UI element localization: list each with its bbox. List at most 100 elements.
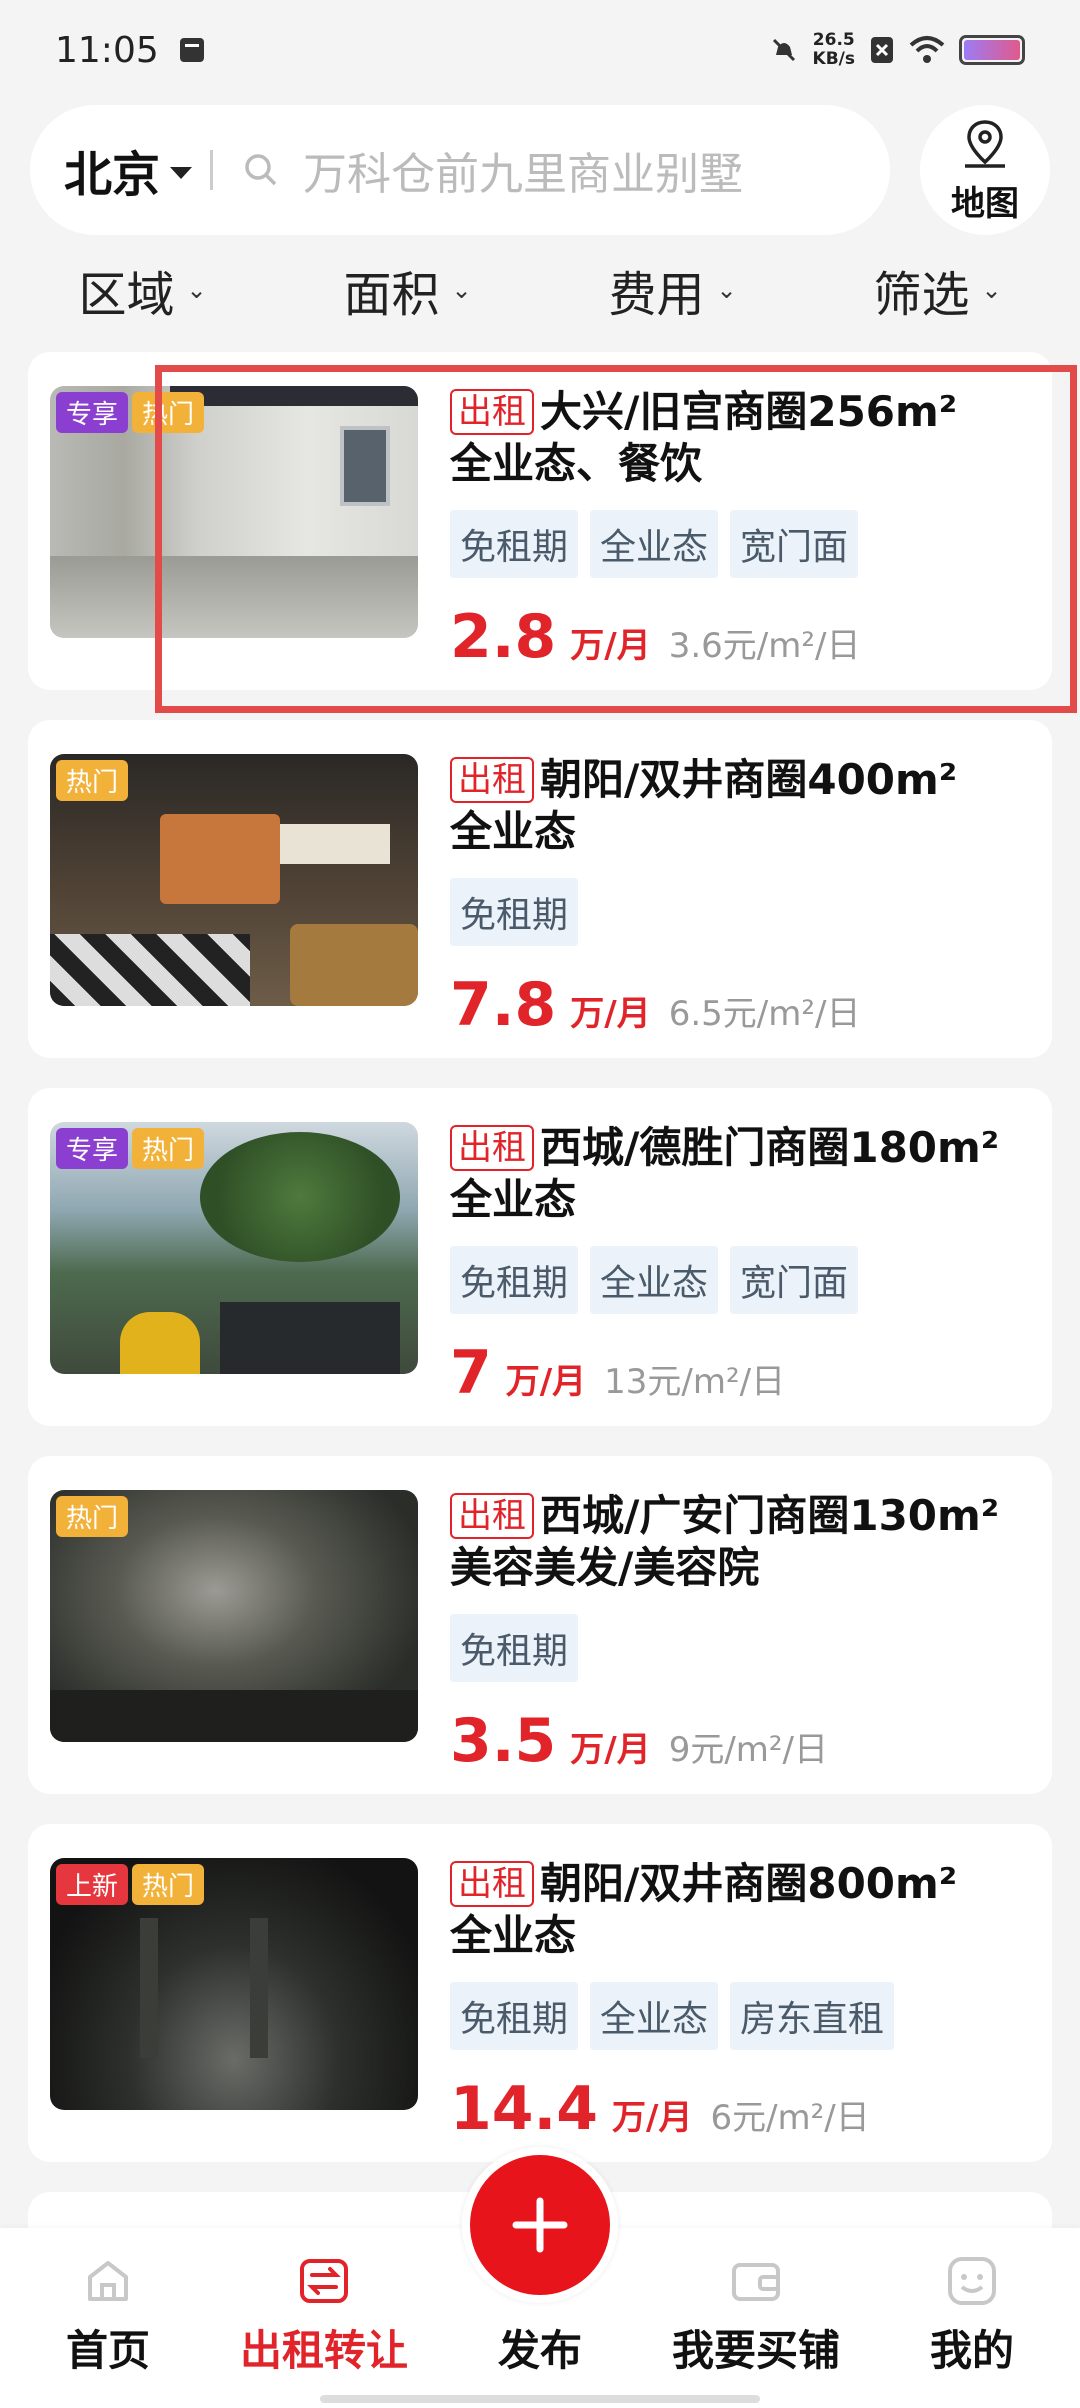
hot-badge: 热门	[132, 392, 205, 433]
map-button[interactable]: 地图	[920, 105, 1050, 235]
listing-list: 专享 热门 出租 大兴/旧宫商圈256m² 全业态、餐饮 免租期 全业态 宽门面 …	[28, 352, 1052, 2342]
listing-subtitle: 全业态	[450, 1911, 577, 1960]
listing-photo: 热门	[50, 1490, 418, 1742]
divider	[210, 150, 214, 190]
hot-badge: 热门	[132, 1864, 205, 1905]
map-pin-icon	[965, 119, 1005, 168]
publish-button[interactable]	[462, 2147, 618, 2303]
filter-area[interactable]: 区域 ⌄	[78, 255, 206, 325]
price-row: 7.8 万/月 6.5元/m²/日	[450, 970, 1030, 1040]
price: 2.8	[450, 602, 557, 672]
hot-badge: 热门	[56, 1496, 129, 1537]
tab-label: 首页	[65, 2326, 150, 2375]
feature-tag: 全业态	[590, 510, 719, 578]
exclusive-badge: 专享	[56, 1128, 129, 1169]
listing-photo: 热门	[50, 754, 418, 1006]
sim-icon	[871, 37, 893, 63]
listing-info: 出租 朝阳/双井商圈800m² 全业态 免租期 全业态 房东直租 14.4 万/月…	[450, 1858, 1030, 2144]
home-icon	[88, 2261, 128, 2301]
map-label: 地图	[951, 183, 1019, 224]
tab-rent-transfer[interactable]: 出租转让	[234, 2253, 414, 2378]
tab-label: 发布	[497, 2326, 582, 2375]
listing-title-text: 朝阳/双井商圈800m²	[540, 1859, 958, 1908]
filter-bar: 区域 ⌄ 面积 ⌄ 费用 ⌄ 筛选 ⌄	[0, 250, 1080, 330]
price-unit: 万/月	[570, 626, 651, 666]
listing-card[interactable]: 专享 热门 出租 大兴/旧宫商圈256m² 全业态、餐饮 免租期 全业态 宽门面 …	[28, 352, 1052, 690]
feature-tag: 免租期	[450, 1614, 579, 1682]
price-per-sqm: 9元/m²/日	[668, 1730, 829, 1770]
listing-subtitle: 全业态	[450, 807, 577, 856]
filter-label: 费用	[608, 267, 705, 323]
badge-group: 专享 热门	[56, 1128, 205, 1169]
listing-title-text: 西城/广安门商圈130m²	[540, 1491, 1000, 1540]
plus-icon	[512, 2197, 568, 2253]
badge-group: 热门	[56, 1496, 129, 1537]
feature-tag: 全业态	[590, 1246, 719, 1314]
mute-icon	[772, 38, 795, 62]
filter-cost[interactable]: 费用 ⌄	[608, 255, 736, 325]
rent-tag: 出租	[450, 1861, 534, 1907]
price: 3.5	[450, 1706, 557, 1776]
price: 7.8	[450, 970, 557, 1040]
status-time: 11:05	[55, 29, 159, 71]
wifi-icon	[909, 36, 945, 63]
listing-title-text: 西城/德胜门商圈180m²	[540, 1123, 1000, 1172]
chevron-down-icon: ⌄	[981, 276, 1002, 304]
caret-down-icon	[170, 167, 193, 179]
filter-more[interactable]: 筛选 ⌄	[873, 255, 1001, 325]
badge-group: 专享 热门	[56, 392, 205, 433]
feature-tags: 免租期	[450, 1614, 1030, 1682]
filter-label: 区域	[78, 267, 175, 323]
price-unit: 万/月	[570, 1730, 651, 1770]
price-row: 3.5 万/月 9元/m²/日	[450, 1706, 1030, 1776]
feature-tag: 免租期	[450, 510, 579, 578]
feature-tags: 免租期 全业态 宽门面	[450, 510, 1030, 578]
search-input[interactable]: 万科仓前九里商业别墅	[303, 138, 743, 202]
feature-tag: 宽门面	[730, 1246, 859, 1314]
price-per-sqm: 3.6元/m²/日	[668, 626, 861, 666]
listing-card[interactable]: 上新 热门 出租 朝阳/双井商圈800m² 全业态 免租期 全业态 房东直租 14…	[28, 1824, 1052, 2162]
listing-photo: 专享 热门	[50, 1122, 418, 1374]
price-unit: 万/月	[570, 994, 651, 1034]
net-speed-unit: KB/s	[812, 49, 855, 69]
filter-label: 面积	[343, 267, 440, 323]
hot-badge: 热门	[56, 760, 129, 801]
home-indicator	[320, 2395, 760, 2403]
tab-buy-shop[interactable]: 我要买铺	[666, 2253, 846, 2378]
listing-subtitle: 全业态、餐饮	[450, 439, 703, 488]
listing-card[interactable]: 热门 出租 朝阳/双井商圈400m² 全业态 免租期 7.8 万/月 6.5元/m…	[28, 720, 1052, 1058]
tab-home[interactable]: 首页	[18, 2253, 198, 2378]
listing-card[interactable]: 热门 出租 西城/广安门商圈130m² 美容美发/美容院 免租期 3.5 万/月 …	[28, 1456, 1052, 1794]
tab-label: 我的	[929, 2326, 1014, 2375]
hot-badge: 热门	[132, 1128, 205, 1169]
listing-title: 出租 大兴/旧宫商圈256m²	[450, 386, 1030, 438]
feature-tag: 免租期	[450, 878, 579, 946]
tab-profile[interactable]: 我的	[882, 2253, 1062, 2378]
rent-tag: 出租	[450, 1125, 534, 1171]
feature-tag: 房东直租	[730, 1982, 895, 2050]
feature-tag: 免租期	[450, 1982, 579, 2050]
price-unit: 万/月	[612, 2098, 693, 2138]
city-selector[interactable]: 北京	[64, 135, 160, 205]
tab-label: 我要买铺	[671, 2326, 840, 2375]
feature-tag: 全业态	[590, 1982, 719, 2050]
price: 7	[450, 1338, 492, 1408]
listing-info: 出租 西城/德胜门商圈180m² 全业态 免租期 全业态 宽门面 7 万/月 13…	[450, 1122, 1030, 1408]
listing-title-text: 朝阳/双井商圈400m²	[540, 755, 958, 804]
price-per-sqm: 6.5元/m²/日	[668, 994, 861, 1034]
price-unit: 万/月	[505, 1362, 587, 1402]
listing-title: 出租 朝阳/双井商圈400m²	[450, 754, 1030, 806]
listing-info: 出租 西城/广安门商圈130m² 美容美发/美容院 免租期 3.5 万/月 9元/…	[450, 1490, 1030, 1776]
feature-tag: 免租期	[450, 1246, 579, 1314]
tab-publish[interactable]: 发布	[450, 2147, 630, 2378]
search-box[interactable]: 北京 万科仓前九里商业别墅	[30, 105, 890, 235]
price-per-sqm: 13元/m²/日	[604, 1362, 786, 1402]
listing-info: 出租 朝阳/双井商圈400m² 全业态 免租期 7.8 万/月 6.5元/m²/日	[450, 754, 1030, 1040]
rent-tag: 出租	[450, 1493, 534, 1539]
listing-card[interactable]: 专享 热门 出租 西城/德胜门商圈180m² 全业态 免租期 全业态 宽门面 7 …	[28, 1088, 1052, 1426]
new-badge: 上新	[56, 1864, 129, 1905]
chevron-down-icon: ⌄	[451, 276, 472, 304]
filter-size[interactable]: 面积 ⌄	[343, 255, 471, 325]
exclusive-badge: 专享	[56, 392, 129, 433]
search-row: 北京 万科仓前九里商业别墅 地图	[30, 102, 1050, 238]
